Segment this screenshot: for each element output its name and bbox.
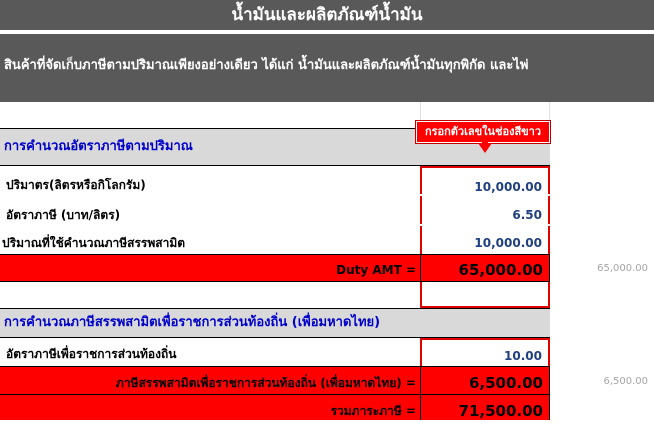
row-label-tax-rate: อัตราภาษี (บาท/ลิตร) bbox=[6, 208, 121, 222]
section-title: การคำนวณอัตราภาษีตามปริมาณ bbox=[4, 139, 193, 154]
total-tax-label: รวมภาระภาษี = bbox=[0, 394, 420, 420]
duty-amount-value: 65,000.00 bbox=[420, 254, 550, 282]
description-text: สินค้าที่จัดเก็บภาษีตามปริมาณเพียงอย่างเ… bbox=[0, 34, 654, 102]
empty-input-cell[interactable] bbox=[420, 282, 550, 308]
total-tax-value: 71,500.00 bbox=[420, 394, 550, 420]
row-label-local-rate: อัตราภาษีเพื่อราชการส่วนท้องถิ่น bbox=[6, 347, 177, 361]
local-rate-input[interactable]: 10.00 bbox=[420, 338, 550, 366]
section-header-volume-tax: การคำนวณอัตราภาษีตามปริมาณ bbox=[0, 128, 420, 166]
page-title: น้ำมันและผลิตภัณฑ์น้ำมัน bbox=[0, 0, 654, 30]
row-label-volume: ปริมาตร(ลิตรหรือกิโลกรัม) bbox=[6, 178, 146, 192]
tax-rate-input[interactable]: 6.50 bbox=[420, 196, 550, 224]
local-tax-value: 6,500.00 bbox=[420, 366, 550, 394]
local-tax-label: ภาษีสรรพสามิตเพื่อราชการส่วนท้องถิ่น (เพ… bbox=[0, 366, 420, 394]
volume-input[interactable]: 10,000.00 bbox=[420, 166, 550, 194]
duty-amount-side-value: 65,000.00 bbox=[597, 263, 648, 274]
section-title: การคำนวณภาษีสรรพสามิตเพื่อราชการส่วนท้อง… bbox=[4, 315, 381, 330]
taxable-quantity-input[interactable]: 10,000.00 bbox=[420, 226, 550, 254]
duty-amount-label: Duty AMT = bbox=[0, 254, 420, 282]
arrow-down-icon bbox=[478, 143, 492, 153]
local-tax-side-value: 6,500.00 bbox=[603, 376, 648, 387]
row-label-taxable-quantity: ปริมาณที่ใช้คำนวณภาษีสรรพสามิต bbox=[2, 236, 186, 250]
section-header-local-tax: การคำนวณภาษีสรรพสามิตเพื่อราชการส่วนท้อง… bbox=[0, 308, 550, 338]
